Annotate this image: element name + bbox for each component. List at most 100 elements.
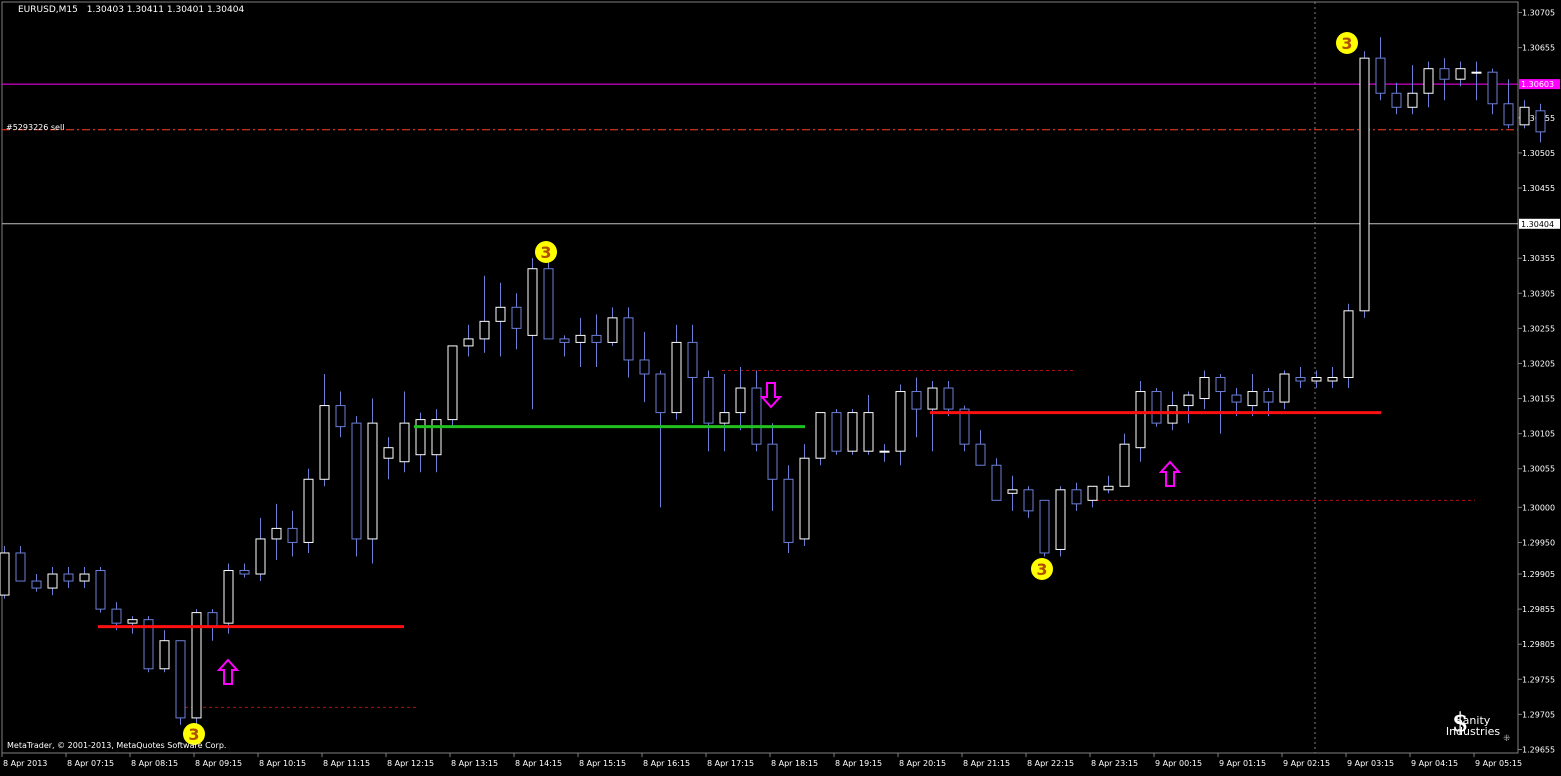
candle-body bbox=[1007, 489, 1018, 494]
x-tick-label: 8 Apr 09:15 bbox=[195, 759, 242, 768]
candle-body bbox=[1359, 57, 1370, 312]
swing-marker: 3 bbox=[1031, 558, 1053, 580]
candle bbox=[591, 314, 602, 367]
candle-body bbox=[1215, 377, 1226, 393]
candle bbox=[1183, 391, 1194, 424]
candle-body bbox=[0, 552, 10, 596]
swing-marker-label: 3 bbox=[1036, 560, 1047, 579]
y-tick-label: 1.29705 bbox=[1522, 710, 1555, 719]
candle bbox=[575, 317, 586, 367]
candle-body bbox=[687, 341, 698, 379]
candle-body bbox=[1311, 377, 1322, 382]
y-tick-label: 1.30705 bbox=[1522, 9, 1555, 18]
candle bbox=[1487, 68, 1498, 115]
candle-body bbox=[255, 538, 266, 575]
candle-body bbox=[959, 408, 970, 445]
candle bbox=[1407, 65, 1418, 115]
candle-body bbox=[991, 464, 1002, 501]
candle-body bbox=[1231, 394, 1242, 403]
candle bbox=[559, 335, 570, 357]
swing-marker-label: 3 bbox=[540, 243, 551, 262]
candle bbox=[415, 412, 426, 473]
x-tick-label: 8 Apr 15:15 bbox=[579, 759, 626, 768]
candle bbox=[927, 381, 938, 452]
candle bbox=[47, 567, 58, 596]
x-tick-label: 8 Apr 10:15 bbox=[259, 759, 306, 768]
candle-body bbox=[1455, 68, 1466, 80]
candle bbox=[735, 366, 746, 431]
candle-body bbox=[479, 320, 490, 340]
candle bbox=[367, 398, 378, 564]
candle-body bbox=[335, 405, 346, 428]
order-label: #5293226 sell bbox=[6, 123, 65, 132]
candle bbox=[1359, 51, 1370, 318]
candle-body bbox=[415, 419, 426, 456]
candle-body bbox=[1519, 106, 1530, 126]
candle bbox=[975, 430, 986, 466]
candle bbox=[1439, 58, 1450, 101]
candle bbox=[0, 545, 10, 599]
candle-body bbox=[1535, 110, 1546, 133]
chart-shift-icon: ⁜ bbox=[1503, 734, 1511, 744]
candle-body bbox=[47, 573, 58, 589]
candle bbox=[1311, 370, 1322, 389]
x-tick-label: 8 Apr 14:15 bbox=[515, 759, 562, 768]
y-tick-label: 1.29905 bbox=[1522, 570, 1555, 579]
candle bbox=[1279, 370, 1290, 410]
candle-body bbox=[1071, 489, 1082, 505]
candle bbox=[223, 563, 234, 634]
arrow-shape bbox=[1158, 460, 1182, 487]
x-tick-label: 8 Apr 08:15 bbox=[131, 759, 178, 768]
x-tick-label: 8 Apr 18:15 bbox=[771, 759, 818, 768]
candle-body bbox=[703, 377, 714, 424]
candle bbox=[127, 616, 138, 634]
candle bbox=[783, 465, 794, 553]
candle bbox=[1023, 486, 1034, 518]
candle-body bbox=[383, 447, 394, 459]
candle bbox=[1087, 485, 1098, 508]
x-tick-label: 9 Apr 01:15 bbox=[1219, 759, 1266, 768]
candle bbox=[847, 409, 858, 455]
candle bbox=[607, 307, 618, 346]
candle bbox=[1135, 381, 1146, 462]
candle-body bbox=[223, 570, 234, 624]
copyright-footer: MetaTrader, © 2001-2013, MetaQuotes Soft… bbox=[7, 741, 227, 750]
candle bbox=[655, 370, 666, 508]
candle-body bbox=[1023, 489, 1034, 512]
candle bbox=[639, 331, 650, 403]
candle-body bbox=[111, 608, 122, 624]
candle bbox=[1503, 79, 1514, 129]
candle bbox=[799, 444, 810, 546]
y-tick-label: 1.30000 bbox=[1522, 503, 1555, 512]
x-tick-label: 8 Apr 11:15 bbox=[323, 759, 370, 768]
watermark-text: Sanity Industries bbox=[1445, 714, 1501, 738]
candle-body bbox=[95, 570, 106, 610]
candle bbox=[671, 324, 682, 420]
candlestick-chart[interactable]: 1.307051.306551.305551.305051.304551.303… bbox=[0, 0, 1561, 772]
candle bbox=[1295, 366, 1306, 389]
candle-body bbox=[879, 450, 890, 453]
candle bbox=[79, 567, 90, 589]
candle bbox=[751, 370, 762, 452]
candle-body bbox=[783, 478, 794, 543]
y-tick-label: 1.29655 bbox=[1522, 745, 1555, 754]
candle-body bbox=[1135, 391, 1146, 449]
x-tick-label: 9 Apr 00:15 bbox=[1155, 759, 1202, 768]
candle-body bbox=[975, 443, 986, 466]
candle bbox=[447, 345, 458, 427]
candle-body bbox=[31, 580, 42, 589]
candle-body bbox=[1471, 71, 1482, 74]
candle bbox=[1455, 61, 1466, 87]
y-tick-label: 1.30355 bbox=[1522, 254, 1555, 263]
chart-area[interactable]: 1.307051.306551.305551.305051.304551.303… bbox=[0, 0, 1561, 772]
candle-body bbox=[639, 359, 650, 375]
bid-price-tag-text: 1.30404 bbox=[1521, 220, 1554, 229]
candle bbox=[63, 567, 74, 589]
x-tick-label: 8 Apr 2013 bbox=[3, 759, 47, 768]
candle-body bbox=[1295, 377, 1306, 382]
chart-header: EURUSD,M15 1.30403 1.30411 1.30401 1.304… bbox=[18, 5, 244, 15]
bid-price-tag: 1.30404 bbox=[1519, 218, 1560, 229]
y-tick-label: 1.30255 bbox=[1522, 324, 1555, 333]
x-tick-label: 8 Apr 21:15 bbox=[963, 759, 1010, 768]
candle-body bbox=[159, 640, 170, 670]
